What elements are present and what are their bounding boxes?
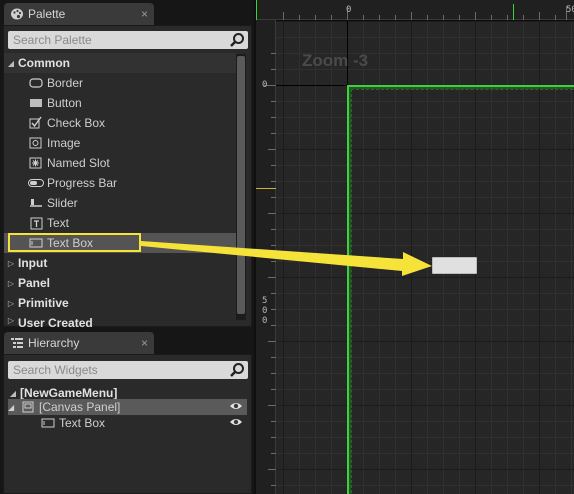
ruler-left-500-digit: 0 <box>262 306 268 316</box>
palette-item-check-box[interactable]: Check Box <box>24 113 236 133</box>
palette-item-label: Check Box <box>47 116 106 130</box>
palette-item-label: Image <box>47 136 81 150</box>
category-panel[interactable]: ▷ Panel <box>4 273 50 293</box>
hierarchy-search-input[interactable] <box>8 361 248 379</box>
palette-item-progress-bar[interactable]: Progress Bar <box>24 173 236 193</box>
slider-icon <box>28 196 44 210</box>
search-icon[interactable] <box>229 362 245 378</box>
left-column: Palette × ◢ Common Border Button Check B… <box>0 0 254 494</box>
palette-icon <box>10 7 24 21</box>
ruler-left-500-digit: 5 <box>262 296 268 306</box>
collapsed-arrow-icon[interactable]: ▷ <box>4 259 18 268</box>
category-label: Primitive <box>18 296 69 310</box>
palette-search-input[interactable] <box>8 31 248 49</box>
palette-item-text-box[interactable]: Text Box <box>4 233 236 253</box>
canvas-panel-icon <box>20 400 36 414</box>
design-canvas[interactable]: Zoom -3 <box>276 21 574 494</box>
category-common[interactable]: ◢ Common <box>4 53 236 73</box>
hierarchy-item-label: Text Box <box>59 416 106 430</box>
palette-item-label: Text <box>47 216 70 230</box>
hierarchy-tab-label: Hierarchy <box>28 336 80 350</box>
category-user-created[interactable]: ▷ User Created <box>4 313 93 327</box>
palette-scrollbar-thumb[interactable] <box>237 56 245 314</box>
category-label: User Created <box>18 316 93 327</box>
palette-item-label: Named Slot <box>47 156 110 170</box>
ruler-top-500-label: 50 <box>566 5 574 15</box>
palette-item-image[interactable]: Image <box>24 133 236 153</box>
canvas-panel-bounds[interactable] <box>347 85 574 494</box>
ruler-top-zero-label: 0 <box>346 5 352 15</box>
zoom-label: Zoom -3 <box>302 51 369 70</box>
palette-item-label: Slider <box>47 196 78 210</box>
dropped-text-box-widget[interactable] <box>432 257 477 274</box>
hierarchy-root-label: [NewGameMenu] <box>20 386 118 400</box>
ruler-left-zero-label: 0 <box>262 80 268 90</box>
hierarchy-icon <box>10 336 24 350</box>
text-icon <box>28 216 44 230</box>
palette-search[interactable] <box>8 31 248 49</box>
palette-panel: ◢ Common Border Button Check Box Image N… <box>3 25 252 327</box>
ruler-top[interactable]: 0 50 <box>256 0 574 20</box>
progress-bar-icon <box>28 176 44 190</box>
canvas-panel-dashed-inner <box>351 89 574 494</box>
text-box-icon <box>40 416 56 430</box>
hierarchy-search[interactable] <box>8 361 248 379</box>
palette-item-text[interactable]: Text <box>24 213 236 233</box>
collapsed-arrow-icon[interactable]: ▷ <box>4 279 18 288</box>
hierarchy-item-canvas-panel[interactable]: ◢ [Canvas Panel] <box>8 399 247 415</box>
palette-item-label: Border <box>47 76 84 90</box>
hierarchy-item-label: [Canvas Panel] <box>39 400 121 414</box>
expanded-arrow-icon[interactable]: ◢ <box>4 59 18 68</box>
expanded-arrow-icon[interactable]: ◢ <box>8 403 18 412</box>
palette-item-label: Progress Bar <box>47 176 118 190</box>
palette-tab[interactable]: Palette × <box>4 3 154 25</box>
collapsed-arrow-icon[interactable]: ▷ <box>4 299 18 308</box>
ruler-left-500-digit: 0 <box>262 316 268 326</box>
palette-item-label: Text Box <box>47 236 94 250</box>
visibility-eye-icon[interactable] <box>229 416 243 431</box>
category-input[interactable]: ▷ Input <box>4 253 47 273</box>
ruler-left-ticks <box>256 53 276 486</box>
palette-item-named-slot[interactable]: Named Slot <box>24 153 236 173</box>
ruler-top-ticks <box>256 0 567 20</box>
image-icon <box>28 136 44 150</box>
designer-viewport[interactable]: 0 50 0 5 0 <box>256 0 574 494</box>
palette-item-border[interactable]: Border <box>24 73 236 93</box>
palette-item-button[interactable]: Button <box>24 93 236 113</box>
palette-tab-label: Palette <box>28 7 66 21</box>
category-label: Panel <box>18 276 51 290</box>
collapsed-arrow-icon[interactable]: ▷ <box>4 316 18 325</box>
ruler-left[interactable]: 0 5 0 0 <box>256 20 276 494</box>
named-slot-icon <box>28 156 44 170</box>
palette-item-label: Button <box>47 96 82 110</box>
category-primitive[interactable]: ▷ Primitive <box>4 293 69 313</box>
palette-close-icon[interactable]: × <box>141 7 148 21</box>
text-box-icon <box>28 236 44 250</box>
palette-scrollbar[interactable] <box>236 54 246 320</box>
hierarchy-item-text-box[interactable]: Text Box <box>36 415 247 431</box>
category-label: Common <box>18 56 70 70</box>
expanded-arrow-icon[interactable]: ◢ <box>6 389 20 398</box>
hierarchy-panel: ◢ [NewGameMenu] ◢ [Canvas Panel] Text Bo… <box>3 354 252 494</box>
visibility-eye-icon[interactable] <box>229 400 243 415</box>
search-icon[interactable] <box>229 32 245 48</box>
button-icon <box>28 96 44 110</box>
category-label: Input <box>18 256 48 270</box>
hierarchy-tab[interactable]: Hierarchy × <box>4 332 154 354</box>
hierarchy-close-icon[interactable]: × <box>141 336 148 350</box>
checkbox-icon <box>28 116 44 130</box>
palette-item-slider[interactable]: Slider <box>24 193 236 213</box>
border-icon <box>28 76 44 90</box>
